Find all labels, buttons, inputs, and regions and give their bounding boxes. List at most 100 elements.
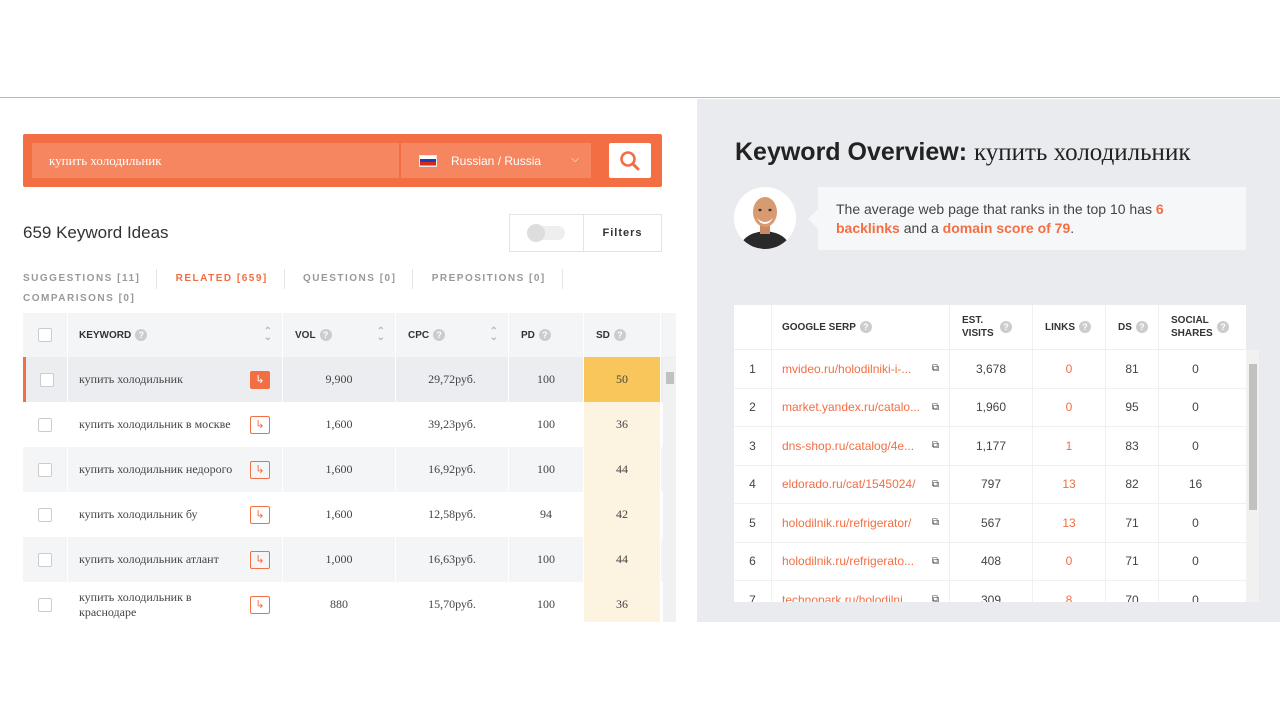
serp-row: 4 eldorado.ru/cat/1545024/ ⧉ 797 13 82 16 bbox=[734, 465, 1246, 504]
serp-url-link[interactable]: holodilnik.ru/refrigerato... bbox=[782, 554, 914, 568]
help-icon[interactable]: ? bbox=[1217, 321, 1229, 333]
select-all-checkbox[interactable] bbox=[38, 328, 52, 342]
sd-cell: 50 bbox=[584, 357, 661, 402]
serp-url-cell: mvideo.ru/holodilniki-i-... ⧉ bbox=[772, 350, 950, 388]
serp-url-link[interactable]: holodilnik.ru/refrigerator/ bbox=[782, 516, 911, 530]
header-vol[interactable]: VOL? ⌃ ⌄ bbox=[283, 313, 396, 357]
help-icon[interactable]: ? bbox=[1000, 321, 1012, 333]
keyword-table-scrollbar[interactable] bbox=[663, 358, 676, 622]
filter-toggle[interactable] bbox=[510, 215, 584, 251]
links-count[interactable]: 1 bbox=[1033, 427, 1106, 465]
links-count[interactable]: 0 bbox=[1033, 388, 1106, 426]
external-link-icon[interactable]: ⧉ bbox=[932, 594, 939, 602]
header-keyword[interactable]: KEYWORD? ⌃ ⌄ bbox=[68, 313, 283, 357]
serp-row: 6 holodilnik.ru/refrigerato... ⧉ 408 0 71… bbox=[734, 542, 1246, 581]
rank: 2 bbox=[734, 388, 772, 426]
vol-cell: 1,600 bbox=[283, 447, 396, 492]
keyword-search-input[interactable] bbox=[32, 143, 399, 178]
open-keyword-icon[interactable]: ↳ bbox=[250, 460, 270, 479]
scrollbar-thumb[interactable] bbox=[666, 372, 674, 384]
top-header bbox=[0, 0, 1280, 98]
sort-icon[interactable]: ⌃ ⌄ bbox=[377, 327, 385, 343]
help-icon[interactable]: ? bbox=[613, 329, 626, 341]
help-icon[interactable]: ? bbox=[859, 321, 872, 333]
keyword-cell: купить холодильник в краснодаре ↳ bbox=[68, 582, 283, 622]
table-row[interactable]: купить холодильник в москве ↳ 1,600 39,23… bbox=[23, 402, 676, 447]
tab-related[interactable]: RELATED [659] bbox=[176, 269, 285, 289]
links-count[interactable]: 8 bbox=[1033, 581, 1106, 602]
row-checkbox[interactable] bbox=[38, 462, 52, 477]
external-link-icon[interactable]: ⧉ bbox=[932, 440, 939, 451]
serp-row: 3 dns-shop.ru/catalog/4e... ⧉ 1,177 1 83 … bbox=[734, 427, 1246, 466]
help-icon[interactable]: ? bbox=[538, 329, 551, 341]
keyword-text[interactable]: купить холодильник атлант bbox=[79, 552, 219, 567]
domain-score: 71 bbox=[1106, 542, 1159, 580]
domain-score: 71 bbox=[1106, 504, 1159, 542]
external-link-icon[interactable]: ⧉ bbox=[932, 517, 939, 528]
table-row[interactable]: купить холодильник атлант ↳ 1,000 16,63ру… bbox=[23, 537, 676, 582]
tab-prepositions[interactable]: PREPOSITIONS [0] bbox=[432, 269, 563, 289]
open-keyword-icon[interactable]: ↳ bbox=[250, 415, 270, 434]
links-count[interactable]: 13 bbox=[1033, 465, 1106, 503]
help-icon[interactable]: ? bbox=[1135, 321, 1148, 333]
table-row[interactable]: купить холодильник в краснодаре ↳ 880 15,… bbox=[23, 582, 676, 622]
help-icon[interactable]: ? bbox=[433, 329, 446, 341]
help-icon[interactable]: ? bbox=[319, 329, 332, 341]
row-checkbox-cell bbox=[23, 447, 68, 492]
help-icon[interactable]: ? bbox=[1079, 321, 1091, 333]
external-link-icon[interactable]: ⧉ bbox=[932, 402, 939, 413]
external-link-icon[interactable]: ⧉ bbox=[932, 363, 939, 374]
sort-icon[interactable]: ⌃ ⌄ bbox=[490, 327, 498, 343]
serp-url-link[interactable]: eldorado.ru/cat/1545024/ bbox=[782, 477, 915, 491]
external-link-icon[interactable]: ⧉ bbox=[932, 479, 939, 490]
header-sd[interactable]: SD? bbox=[584, 313, 661, 357]
row-checkbox[interactable] bbox=[38, 597, 52, 612]
keyword-ideas-title: 659 Keyword Ideas bbox=[23, 223, 169, 242]
keyword-text[interactable]: купить холодильник недорого bbox=[79, 462, 232, 477]
cpc-cell: 15,70руб. bbox=[396, 582, 509, 622]
header-pd[interactable]: PD? bbox=[509, 313, 584, 357]
tab-questions[interactable]: QUESTIONS [0] bbox=[303, 269, 414, 289]
serp-table-scrollbar[interactable] bbox=[1246, 350, 1259, 602]
tab-comparisons[interactable]: COMPARISONS [0] bbox=[23, 289, 151, 309]
external-link-icon[interactable]: ⧉ bbox=[932, 556, 939, 567]
row-checkbox[interactable] bbox=[38, 552, 52, 567]
keyword-text[interactable]: купить холодильник в краснодаре bbox=[79, 590, 239, 620]
language-label: Russian / Russia bbox=[451, 153, 542, 168]
open-keyword-icon[interactable]: ↳ bbox=[250, 550, 270, 569]
serp-url-link[interactable]: technopark.ru/holodilni... bbox=[782, 593, 913, 602]
serp-url-link[interactable]: dns-shop.ru/catalog/4e... bbox=[782, 439, 914, 453]
keyword-cell: купить холодильник в москве ↳ bbox=[68, 402, 283, 447]
open-keyword-icon[interactable]: ↳ bbox=[250, 505, 270, 524]
table-row[interactable]: купить холодильник недорого ↳ 1,600 16,92… bbox=[23, 447, 676, 492]
row-checkbox[interactable] bbox=[38, 507, 52, 522]
header-cpc[interactable]: CPC? ⌃ ⌄ bbox=[396, 313, 509, 357]
serp-url-cell: holodilnik.ru/refrigerator/ ⧉ bbox=[772, 504, 950, 542]
open-keyword-icon[interactable]: ↳ bbox=[250, 595, 270, 614]
keyword-text[interactable]: купить холодильник в москве bbox=[79, 417, 231, 432]
row-checkbox[interactable] bbox=[38, 417, 52, 432]
visits: 567 bbox=[950, 504, 1033, 542]
keyword-text[interactable]: купить холодильник bbox=[79, 372, 183, 387]
open-keyword-icon[interactable]: ↳ bbox=[250, 370, 270, 389]
domain-score: 82 bbox=[1106, 465, 1159, 503]
sort-icon[interactable]: ⌃ ⌄ bbox=[264, 327, 272, 343]
links-count[interactable]: 0 bbox=[1033, 542, 1106, 580]
search-button[interactable] bbox=[609, 143, 651, 178]
keyword-text[interactable]: купить холодильник бу bbox=[79, 507, 198, 522]
filters-button[interactable]: Filters bbox=[584, 215, 661, 251]
serp-url-link[interactable]: mvideo.ru/holodilniki-i-... bbox=[782, 362, 911, 376]
table-row[interactable]: купить холодильник ↳ 9,900 29,72руб. 100 … bbox=[23, 357, 676, 402]
links-count[interactable]: 13 bbox=[1033, 504, 1106, 542]
help-icon[interactable]: ? bbox=[135, 329, 148, 341]
links-count[interactable]: 0 bbox=[1033, 350, 1106, 388]
language-select[interactable]: Russian / Russia ⌵ bbox=[401, 143, 591, 178]
table-row[interactable]: купить холодильник бу ↳ 1,600 12,58руб. 9… bbox=[23, 492, 676, 537]
serp-url-link[interactable]: market.yandex.ru/catalo... bbox=[782, 400, 920, 414]
scrollbar-thumb[interactable] bbox=[1249, 364, 1257, 510]
domain-score: 95 bbox=[1106, 388, 1159, 426]
row-checkbox[interactable] bbox=[39, 372, 54, 387]
serp-row: 1 mvideo.ru/holodilniki-i-... ⧉ 3,678 0 8… bbox=[734, 350, 1246, 389]
cpc-cell: 29,72руб. bbox=[396, 357, 509, 402]
tab-suggestions[interactable]: SUGGESTIONS [11] bbox=[23, 269, 158, 289]
